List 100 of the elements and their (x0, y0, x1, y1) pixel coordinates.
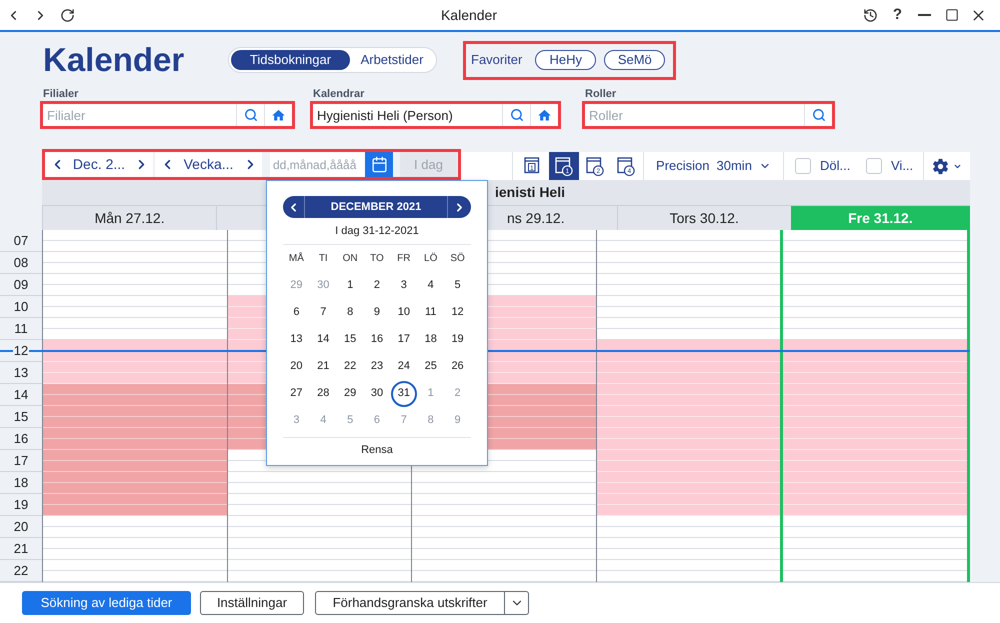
search-icon (812, 108, 826, 122)
filter-input[interactable]: Filialer (43, 104, 236, 126)
time-label: 14 (12, 387, 30, 402)
calendar-day[interactable]: 12 (444, 300, 471, 326)
calendar-day[interactable]: 31 (390, 380, 417, 406)
search-icon (244, 108, 258, 122)
time-label: 11 (13, 321, 29, 336)
settings-icon (932, 158, 949, 174)
favorite-chip[interactable]: SeMö (604, 50, 666, 70)
time-label: 09 (12, 277, 30, 292)
calendar-day[interactable]: 1 (337, 272, 364, 298)
search-free-times-button[interactable]: Sökning av lediga tider (22, 591, 191, 615)
filter-input[interactable]: Hygienisti Heli (Person) (313, 104, 502, 126)
calendar-day[interactable]: 11 (418, 300, 444, 326)
resource-name: ienisti Heli (494, 183, 565, 202)
time-label: 15 (12, 409, 30, 424)
calendar-day[interactable]: 25 (418, 354, 444, 380)
time-label: 19 (12, 497, 30, 512)
maximize-icon (944, 8, 958, 22)
day-label: ns 29.12. (507, 208, 565, 228)
calendar-day[interactable]: 17 (390, 326, 417, 352)
time-label: 22 (12, 563, 30, 578)
calendar-day[interactable]: 28 (310, 380, 336, 406)
time-label: 13 (12, 365, 30, 380)
search-button[interactable] (804, 104, 832, 126)
time-label: 07 (12, 233, 30, 248)
time-label: 20 (12, 519, 30, 534)
calendar-day[interactable]: 7 (310, 300, 336, 326)
day-label: Fre 31.12. (848, 208, 913, 228)
weekday-label: TI (318, 252, 328, 266)
home-icon (271, 108, 286, 122)
date-input-field[interactable]: dd,månad,åååå (270, 152, 365, 177)
calendar-day[interactable]: 30 (364, 380, 390, 406)
filter-label: Kalendrar (312, 88, 366, 101)
month-year-button[interactable]: DECEMBER 2021 (305, 196, 447, 218)
calendar-day[interactable]: 8 (337, 300, 364, 326)
calendar-day[interactable]: 18 (418, 326, 444, 352)
calendar-day[interactable]: 26 (444, 354, 471, 380)
calendar-day[interactable]: 3 (390, 272, 417, 298)
search-button[interactable] (236, 104, 264, 126)
calendar-day[interactable]: 6 (283, 300, 310, 326)
time-label: 12 (12, 343, 30, 358)
weekday-label: ON (342, 252, 358, 266)
time-label: 08 (12, 255, 30, 270)
filter-label: Filialer (42, 88, 80, 101)
home-button[interactable] (530, 104, 558, 126)
filter-label: Roller (584, 88, 618, 101)
home-button[interactable] (264, 104, 292, 126)
calendar-day[interactable]: 2 (364, 272, 390, 298)
day-label: Mån 27.12. (94, 208, 165, 228)
calendar-day[interactable]: 22 (337, 354, 364, 380)
calendar-day[interactable]: 29 (337, 380, 364, 406)
favorites-label: Favoriter (471, 51, 522, 70)
search-icon (510, 108, 524, 122)
weekday-label: MÅ (288, 251, 304, 266)
today-date: I dag 31-12-2021 (335, 224, 419, 239)
refresh-icon (60, 8, 75, 22)
view-tab[interactable]: Tidsbokningar (231, 50, 350, 70)
clear-button[interactable]: Rensa (361, 442, 393, 458)
minimize-icon (918, 14, 931, 16)
calendar-day[interactable]: 19 (444, 326, 471, 352)
checkbox[interactable] (795, 158, 811, 174)
calendar-day[interactable]: 4 (418, 272, 444, 298)
home-icon (537, 108, 552, 122)
calendar-day[interactable]: 20 (283, 354, 310, 380)
calendar-day[interactable]: 16 (364, 326, 390, 352)
search-button[interactable] (502, 104, 530, 126)
day-label: Tors 30.12. (670, 208, 739, 228)
calendar-day[interactable]: 14 (310, 326, 336, 352)
page-title: Kalender (43, 40, 186, 80)
month-label: Dec. 2... (72, 155, 126, 174)
weekday-label: FR (397, 252, 411, 266)
calendar-day[interactable]: 27 (283, 380, 310, 406)
weekday-label: SÖ (450, 252, 465, 266)
calendar-day[interactable]: 21 (310, 354, 336, 380)
checkbox[interactable] (866, 158, 882, 174)
calendar-day[interactable]: 15 (337, 326, 364, 352)
calendar-button[interactable] (365, 152, 393, 177)
window-title: Kalender (440, 6, 498, 24)
help-button[interactable]: ? (884, 1, 911, 29)
calendar-day[interactable]: 10 (390, 300, 417, 326)
calendar-day[interactable]: 13 (283, 326, 310, 352)
print-preview-button[interactable]: Förhandsgranska utskrifter (315, 591, 505, 615)
filter-input[interactable]: Roller (585, 104, 804, 126)
time-label: 10 (12, 299, 30, 314)
calendar-day[interactable]: 24 (390, 354, 417, 380)
time-label: 16 (12, 431, 30, 446)
dropdown-button[interactable] (505, 591, 529, 615)
time-label: 21 (12, 541, 30, 556)
checkbox-label: Döl... (820, 157, 850, 176)
calendar-day[interactable]: 5 (444, 272, 471, 298)
checkbox-label: Vi... (891, 157, 914, 176)
weekday-label: TO (370, 252, 384, 266)
calendar-day[interactable]: 23 (364, 354, 390, 380)
favorite-chip[interactable]: HeHy (535, 50, 596, 70)
weekday-label: LÖ (424, 252, 438, 266)
settings-text-button[interactable]: Inställningar (200, 591, 304, 615)
history-icon (863, 8, 878, 22)
time-label: 17 (12, 453, 30, 468)
calendar-day[interactable]: 9 (364, 300, 390, 326)
